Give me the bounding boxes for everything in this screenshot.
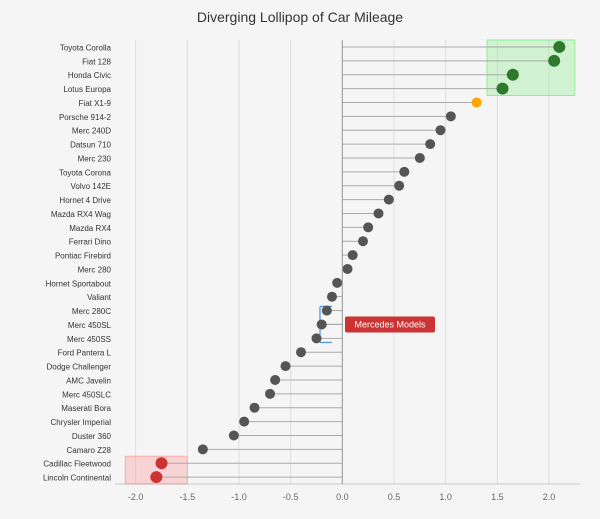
svg-text:1.5: 1.5	[491, 492, 504, 502]
svg-text:Ford Pantera L: Ford Pantera L	[58, 349, 112, 358]
svg-text:-2.0: -2.0	[128, 492, 144, 502]
svg-text:Camaro Z28: Camaro Z28	[67, 446, 112, 455]
svg-text:Maserati Bora: Maserati Bora	[61, 404, 111, 413]
svg-text:Hornet Sportabout: Hornet Sportabout	[46, 279, 112, 288]
svg-text:Dodge Challenger: Dodge Challenger	[47, 363, 112, 372]
svg-text:Merc 280: Merc 280	[78, 265, 112, 274]
svg-text:-0.5: -0.5	[283, 492, 299, 502]
svg-text:Valiant: Valiant	[87, 293, 112, 302]
svg-text:Fiat X1-9: Fiat X1-9	[79, 99, 112, 108]
svg-text:Pontiac Firebird: Pontiac Firebird	[55, 252, 111, 261]
svg-text:Duster 360: Duster 360	[72, 432, 112, 441]
svg-text:Porsche 914-2: Porsche 914-2	[59, 113, 112, 122]
svg-text:Mercedes Models: Mercedes Models	[354, 319, 426, 329]
svg-text:Merc 230: Merc 230	[78, 154, 112, 163]
svg-text:Volvo 142E: Volvo 142E	[71, 182, 111, 191]
svg-text:Fiat 128: Fiat 128	[82, 57, 111, 66]
svg-text:Toyota Corona: Toyota Corona	[59, 168, 112, 177]
svg-text:Lotus Europa: Lotus Europa	[63, 85, 111, 94]
svg-text:0.0: 0.0	[336, 492, 349, 502]
svg-text:Mazda RX4: Mazda RX4	[69, 224, 111, 233]
svg-text:Mazda RX4 Wag: Mazda RX4 Wag	[51, 210, 111, 219]
svg-text:Cadillac Fleetwood: Cadillac Fleetwood	[43, 460, 111, 469]
svg-text:Merc 450SLC: Merc 450SLC	[62, 390, 111, 399]
svg-text:Diverging Lollipop of Car Mile: Diverging Lollipop of Car Mileage	[197, 9, 403, 25]
svg-text:-1.5: -1.5	[180, 492, 196, 502]
svg-text:Chrysler Imperial: Chrysler Imperial	[51, 418, 112, 427]
svg-text:Hornet 4 Drive: Hornet 4 Drive	[59, 196, 111, 205]
svg-text:Honda Civic: Honda Civic	[68, 71, 111, 80]
chart-svg: Diverging Lollipop of Car Mileage -2.0 -1.…	[0, 0, 600, 514]
svg-text:Merc 240D: Merc 240D	[72, 127, 111, 136]
chart-container: Diverging Lollipop of Car Mileage -2.0 -1.…	[0, 0, 600, 514]
svg-text:Lincoln Continental: Lincoln Continental	[43, 474, 111, 483]
svg-text:Merc 450SS: Merc 450SS	[67, 335, 111, 344]
svg-text:Ferrari Dino: Ferrari Dino	[69, 238, 112, 247]
svg-text:AMC Javelin: AMC Javelin	[66, 376, 111, 385]
svg-text:2.0: 2.0	[543, 492, 556, 502]
svg-text:Merc 280C: Merc 280C	[72, 307, 111, 316]
svg-text:0.5: 0.5	[388, 492, 401, 502]
svg-text:1.0: 1.0	[439, 492, 452, 502]
svg-text:Toyota Corolla: Toyota Corolla	[60, 43, 112, 52]
svg-text:Merc 450SL: Merc 450SL	[68, 321, 112, 330]
svg-text:Datsun 710: Datsun 710	[70, 141, 111, 150]
svg-text:-1.0: -1.0	[231, 492, 247, 502]
